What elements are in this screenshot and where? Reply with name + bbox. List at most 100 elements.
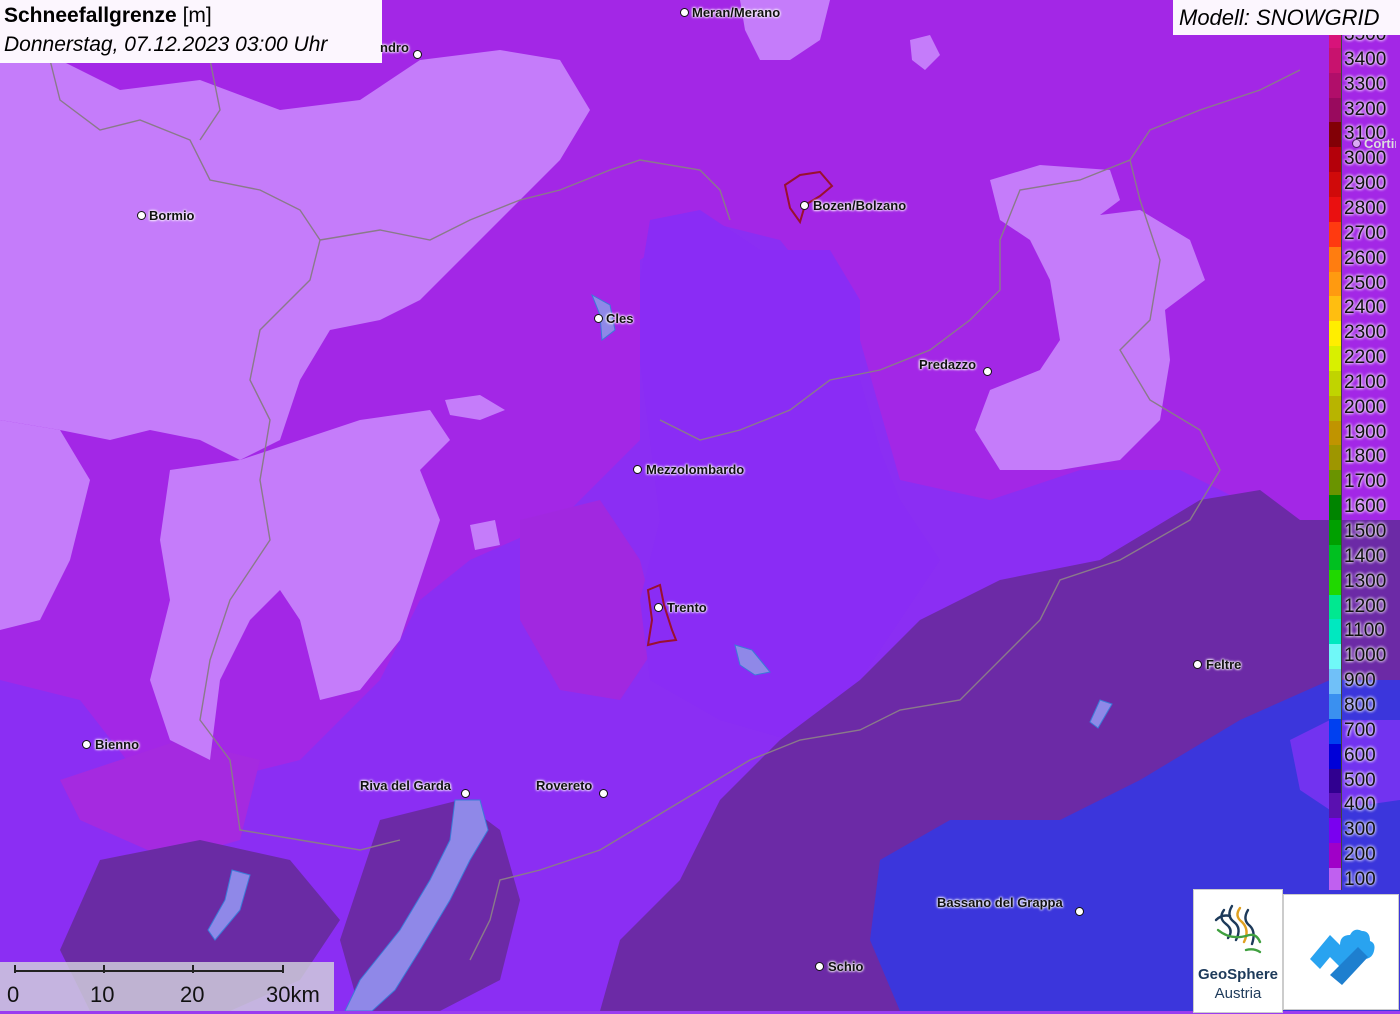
- scale-tick-30: [282, 965, 284, 973]
- city-dot-riva: [461, 789, 470, 798]
- legend-row-1900: 1900: [1329, 420, 1400, 446]
- legend-swatch: [1329, 669, 1342, 695]
- legend-label: 1500: [1344, 521, 1387, 542]
- legend-row-1500: 1500: [1329, 520, 1400, 545]
- legend-label: 3300: [1344, 73, 1387, 95]
- legend-swatch: [1329, 395, 1342, 421]
- title-panel: Schneefallgrenze [m] Donnerstag, 07.12.2…: [0, 0, 382, 63]
- city-label-cortina: Cortin: [1364, 136, 1396, 151]
- legend-label: 1200: [1344, 595, 1387, 617]
- legend-label: 1100: [1344, 620, 1385, 642]
- legend-label: 300: [1344, 819, 1376, 841]
- city-dot-meran: [680, 8, 689, 17]
- legend-row-3400: 3400: [1329, 47, 1400, 73]
- legend-swatch: [1329, 619, 1342, 645]
- legend-swatch: [1329, 743, 1342, 769]
- city-dot-bormio: [137, 211, 146, 220]
- legend-swatch: [1329, 221, 1342, 247]
- city-dot-feltre: [1193, 660, 1202, 669]
- legend-label: 2100: [1344, 371, 1387, 393]
- legend-row-2700: 2700: [1329, 221, 1400, 247]
- city-dot-predazzo: [983, 367, 992, 376]
- scale-label-0: 0: [7, 982, 20, 1007]
- geosphere-emblem-icon: [1214, 904, 1262, 954]
- legend-label: 2800: [1344, 197, 1387, 219]
- legend-swatch: [1329, 470, 1342, 496]
- legend-label: 1800: [1344, 446, 1387, 468]
- city-dot-schio: [815, 962, 824, 971]
- legend-swatch: [1329, 122, 1342, 148]
- legend-swatch: [1329, 693, 1342, 719]
- legend-row-300: 300: [1329, 818, 1400, 844]
- legend-label: 2600: [1344, 247, 1387, 269]
- legend-swatch: [1329, 793, 1342, 819]
- city-label-meran: Meran/Merano: [692, 5, 781, 20]
- legend-row-1300: 1300: [1329, 569, 1400, 595]
- legend-label: 1400: [1344, 545, 1387, 567]
- legend-label: 500: [1344, 769, 1376, 791]
- legend-label: 100: [1344, 868, 1376, 890]
- legend-label: 400: [1344, 794, 1376, 816]
- legend-row-1700: 1700: [1329, 470, 1400, 496]
- legend-row-2100: 2100: [1329, 370, 1400, 396]
- legend-row-3300: 3300: [1329, 72, 1400, 98]
- city-label-sondrio: ndro: [380, 40, 409, 55]
- legend-swatch: [1329, 495, 1342, 521]
- legend-swatch: [1329, 445, 1342, 471]
- legend-row-2400: 2400: [1329, 296, 1400, 322]
- scale-line: [14, 970, 284, 972]
- legend-label: 1000: [1344, 645, 1387, 667]
- legend-row-900: 900: [1329, 669, 1400, 695]
- map-title: Schneefallgrenze [m]: [4, 4, 212, 28]
- legend-label: 1300: [1344, 570, 1387, 592]
- scale-bar: 0 10 20 30km: [0, 962, 334, 1011]
- city-label-bienno: Bienno: [95, 737, 140, 752]
- legend-row-1000: 1000: [1329, 644, 1400, 670]
- legend-label: 1900: [1344, 421, 1387, 443]
- city-dot-rovereto: [599, 789, 608, 798]
- legend-label: 800: [1344, 694, 1376, 716]
- legend-label: 3200: [1344, 98, 1387, 120]
- city-dot-bolzano: [800, 201, 809, 210]
- legend-row-2200: 2200: [1329, 346, 1400, 372]
- legend-label: 2700: [1344, 222, 1387, 244]
- legend-swatch: [1329, 520, 1342, 545]
- city-dot-cles: [594, 314, 603, 323]
- legend-label: 200: [1344, 844, 1376, 866]
- snowfall-line-map[interactable]: [0, 0, 1400, 1011]
- geosphere-austria-logo[interactable]: GeoSphere Austria: [1193, 889, 1283, 1013]
- legend-label: 2400: [1344, 297, 1387, 319]
- legend-row-200: 200: [1329, 843, 1400, 869]
- legend-label: 2900: [1344, 173, 1387, 195]
- scale-tick-10: [103, 965, 105, 973]
- legend-row-1400: 1400: [1329, 544, 1400, 570]
- legend-row-1800: 1800: [1329, 445, 1400, 471]
- legend-row-500: 500: [1329, 768, 1400, 794]
- legend-label: 2000: [1344, 396, 1387, 418]
- city-label-rovereto: Rovereto: [536, 778, 593, 793]
- forecast-datetime: Donnerstag, 07.12.2023 03:00 Uhr: [4, 33, 328, 56]
- city-label-feltre: Feltre: [1206, 657, 1242, 672]
- scale-tick-0: [14, 965, 16, 973]
- zone-lilac-islet-2: [470, 520, 500, 550]
- legend-label: 900: [1344, 670, 1376, 692]
- scale-label-10: 10: [90, 982, 115, 1007]
- legend-row-3200: 3200: [1329, 97, 1400, 123]
- legend-row-700: 700: [1329, 718, 1400, 744]
- legend-row-2600: 2600: [1329, 246, 1400, 272]
- city-dot-bienno: [82, 740, 91, 749]
- legend-swatch: [1329, 370, 1342, 396]
- legend-label: 700: [1344, 719, 1376, 741]
- legend-swatch: [1329, 867, 1342, 890]
- legend-swatch: [1329, 196, 1342, 222]
- app-logo[interactable]: [1283, 894, 1399, 1010]
- legend-row-400: 400: [1329, 793, 1400, 819]
- color-legend: 3500340033003200310030002900280027002600…: [1329, 35, 1400, 890]
- city-label-bolzano: Bozen/Bolzano: [813, 198, 907, 213]
- legend-swatch: [1329, 72, 1342, 98]
- legend-label: 3500: [1344, 35, 1386, 46]
- city-label-cles: Cles: [606, 311, 634, 326]
- title-main: Schneefallgrenze: [4, 4, 177, 27]
- title-unit: [m]: [182, 4, 212, 27]
- city-label-predazzo: Predazzo: [919, 357, 977, 372]
